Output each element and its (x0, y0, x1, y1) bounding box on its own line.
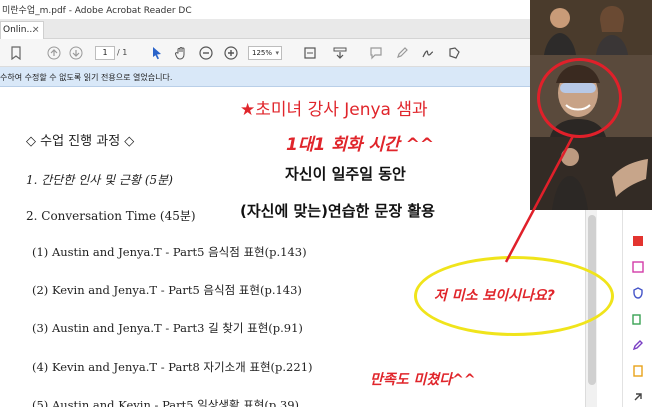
list-item: (2) Kevin and Jenya.T - Part5 음식점 표현(p.1… (32, 283, 302, 297)
list-item: (5) Austin and Kevin - Part5 일상생활 표현(p.3… (32, 398, 299, 407)
list-item: 1. 간단한 인사 및 근황 (5분) (26, 173, 173, 187)
list-item: (3) Austin and Jenya.T - Part3 길 찾기 표현(p… (32, 321, 303, 335)
annotation-one-on-one: 1대1 회화 시간 ^^ (286, 135, 435, 155)
zoom-value: 125% (252, 49, 273, 57)
next-page-icon[interactable] (68, 45, 84, 61)
prev-page-icon[interactable] (46, 45, 62, 61)
participant-video (530, 0, 652, 55)
annotation-teacher: ★초미녀 강사 Jenya 샘과 (240, 100, 428, 120)
page-number-input[interactable]: 1 (95, 46, 115, 60)
chevron-down-icon: ▾ (275, 49, 279, 57)
comment-icon[interactable] (368, 45, 384, 61)
annotation-line2: (자신에 맞는)연습한 문장 활용 (240, 202, 435, 220)
export-pdf-icon[interactable] (632, 232, 644, 246)
more-tools-icon[interactable] (632, 388, 644, 401)
video-tile-participant (530, 137, 652, 210)
zoom-select[interactable]: 125% ▾ (248, 46, 282, 60)
fit-page-icon[interactable] (302, 45, 318, 61)
organize-pages-icon[interactable] (632, 310, 644, 325)
annotation-smile: 저 미소 보이시나요? (434, 288, 555, 304)
zoom-in-icon[interactable] (224, 45, 238, 61)
tab-document[interactable]: Onlin... × (0, 21, 44, 39)
send-file-icon[interactable] (632, 362, 644, 377)
tab-label: Onlin... (3, 25, 36, 35)
annotation-satisfaction: 만족도 미쳤다^^ (370, 372, 476, 388)
read-only-notice: 수하여 수정할 수 없도록 읽기 전용으로 열었습니다. (0, 67, 530, 87)
protect-icon[interactable] (632, 284, 644, 299)
red-highlight-circle (537, 58, 622, 138)
annotation-line1: 자신이 일주일 동안 (285, 165, 406, 183)
list-item: (4) Kevin and Jenya.T - Part8 자기소개 표현(p.… (32, 360, 313, 374)
stamp-icon[interactable] (446, 45, 462, 61)
edit-pdf-icon[interactable] (632, 258, 644, 273)
participant-video (530, 137, 652, 210)
zoom-out-icon[interactable] (199, 45, 213, 61)
right-tool-pane (622, 210, 652, 407)
acrobat-window: 미란수업_m.pdf - Adobe Acrobat Reader DC Onl… (0, 0, 652, 407)
sign-icon[interactable] (420, 45, 436, 61)
section-title: ◇ 수업 진행 과정 ◇ (26, 134, 135, 149)
video-tile-participants (530, 0, 652, 55)
window-title: 미란수업_m.pdf - Adobe Acrobat Reader DC (0, 0, 530, 18)
bookmark-icon[interactable] (8, 45, 24, 61)
scroll-mode-icon[interactable] (332, 45, 348, 61)
select-cursor-icon[interactable] (150, 45, 164, 61)
highlight-pen-icon[interactable] (394, 45, 410, 61)
fill-sign-icon[interactable] (632, 336, 644, 351)
toolbar: 1 / 1 125% ▾ (0, 39, 530, 67)
list-item: 2. Conversation Time (45분) (26, 209, 196, 223)
list-item: (1) Austin and Jenya.T - Part5 음식점 표현(p.… (32, 245, 307, 259)
page-total: / 1 (117, 48, 128, 57)
close-icon[interactable]: × (32, 25, 40, 35)
tab-bar: Onlin... × (0, 19, 530, 39)
hand-icon[interactable] (174, 45, 188, 61)
